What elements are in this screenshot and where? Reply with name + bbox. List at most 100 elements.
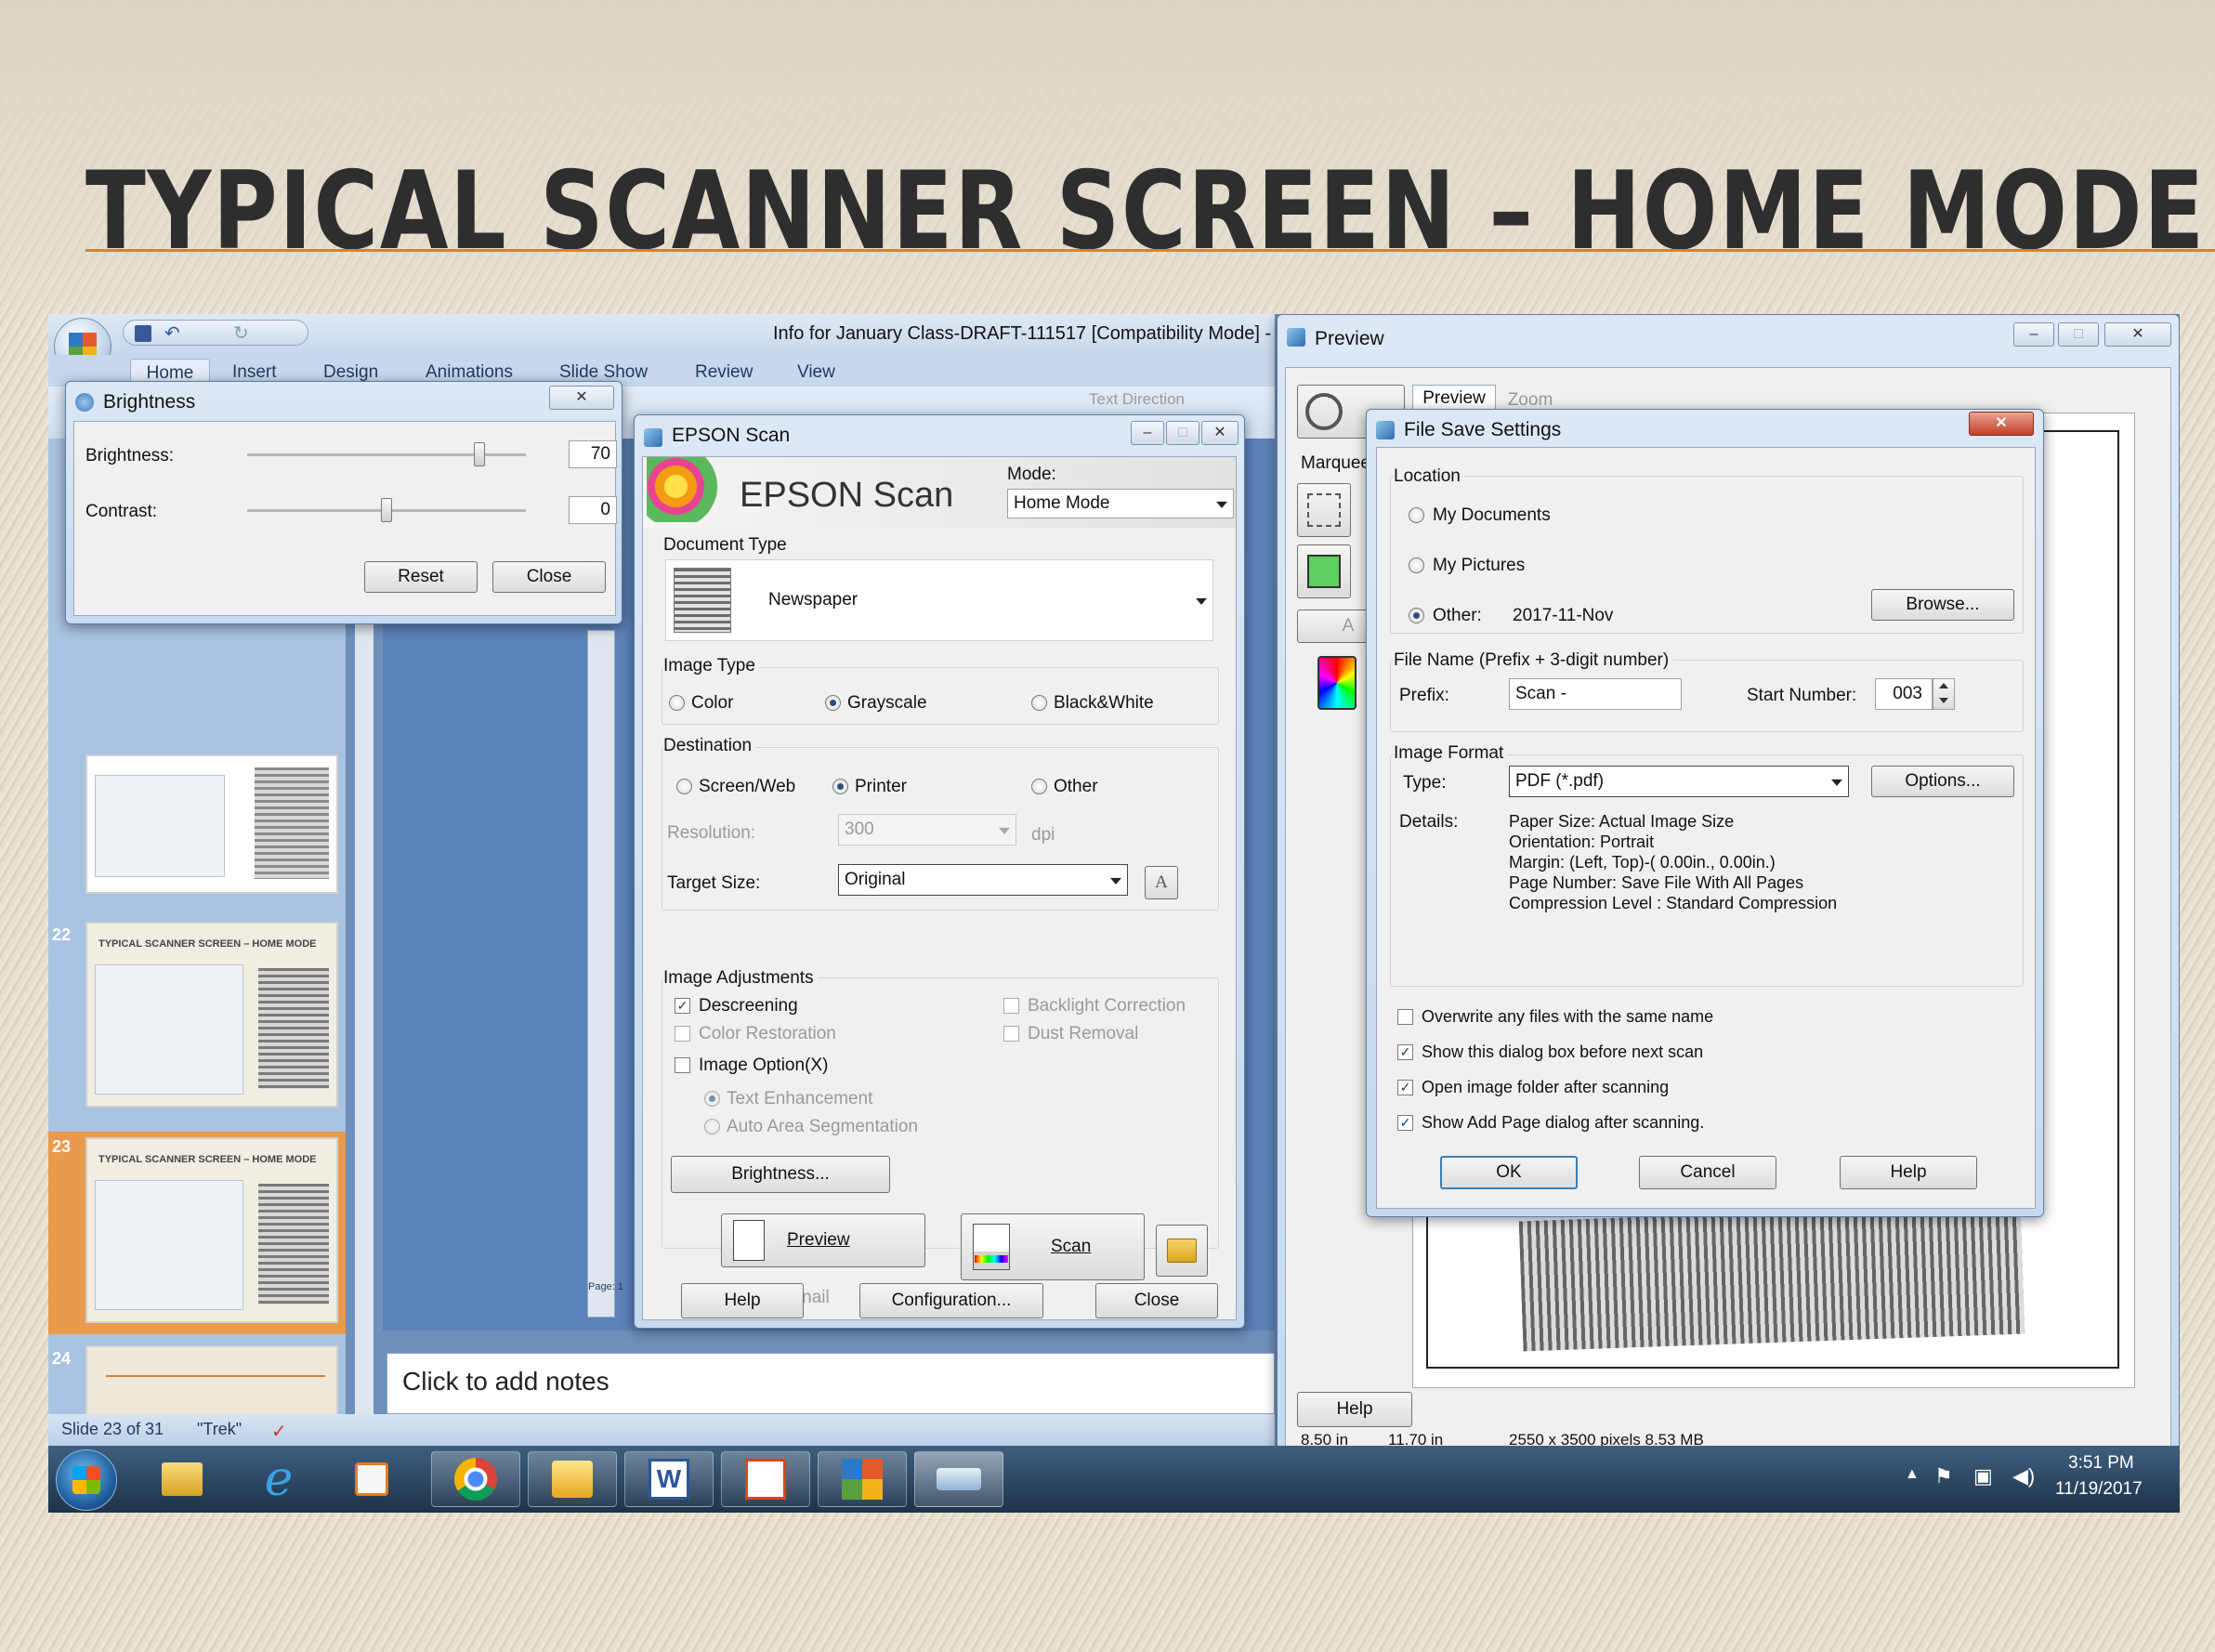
color-palette-icon[interactable] [1317,656,1357,710]
redo-icon[interactable]: ↻ [233,321,249,345]
tab-design[interactable]: Design [323,362,378,383]
spell-check-icon[interactable]: ✓ [271,1420,287,1443]
clock-date[interactable]: 11/19/2017 [2055,1479,2143,1500]
file-save-settings-button[interactable] [1156,1225,1208,1277]
marquee-select-button[interactable] [1297,483,1351,537]
magnifier-icon [1305,393,1343,430]
descreening-checkbox[interactable]: ✓ [675,998,690,1014]
tab-review[interactable]: Review [695,362,753,383]
taskbar-epson-scan[interactable] [914,1451,1003,1507]
tab-animations[interactable]: Animations [426,362,513,383]
brightness-settings-button[interactable]: Brightness... [671,1156,890,1193]
mode-select[interactable]: Home Mode [1007,489,1234,518]
ok-button[interactable]: OK [1440,1156,1578,1189]
scan-button[interactable]: Scan [961,1213,1145,1280]
brightness-slider-thumb[interactable] [474,442,485,466]
dust-removal-label: Dust Removal [1028,1024,1139,1043]
slide-thumbnail-21[interactable] [85,754,338,894]
start-number-stepper[interactable] [1933,678,1955,710]
contrast-slider-thumb[interactable] [381,498,392,522]
brightness-dialog-close-button[interactable]: Close [492,561,606,593]
undo-icon[interactable]: ↶ [164,321,180,345]
preview-help-button[interactable]: Help [1297,1392,1412,1427]
configuration-button[interactable]: Configuration... [859,1283,1043,1318]
browse-button[interactable]: Browse... [1871,589,2014,621]
action-center-flag-icon[interactable]: ⚑ [1934,1464,1953,1488]
start-number-input[interactable]: 003 [1875,678,1933,710]
text-enhancement-radio[interactable] [704,1091,720,1107]
taskbar-media-player[interactable] [327,1451,416,1507]
flower-logo-icon [647,457,730,522]
screen-web-radio[interactable] [676,779,692,794]
epson-maximize-button[interactable]: □ [1166,421,1199,445]
tab-insert[interactable]: Insert [232,362,277,383]
type-select[interactable]: PDF (*.pdf) [1509,766,1849,797]
taskbar-explorer[interactable] [138,1451,227,1507]
epson-close-dialog-button[interactable]: Close [1095,1283,1218,1318]
clock-time[interactable]: 3:51 PM [2068,1453,2134,1474]
printer-radio[interactable] [832,779,848,794]
preview-maximize-button[interactable]: □ [2058,322,2099,347]
black-white-radio[interactable] [1031,695,1047,711]
grayscale-radio[interactable] [825,695,841,711]
color-restoration-label: Color Restoration [699,1024,836,1043]
taskbar-powerpoint[interactable] [818,1451,907,1507]
options-button[interactable]: Options... [1871,766,2014,797]
prefix-input[interactable]: Scan - [1509,678,1682,710]
show-dialog-checkbox[interactable]: ✓ [1397,1044,1413,1060]
color-restoration-checkbox[interactable] [675,1026,690,1042]
slide-thumbnail-22[interactable]: TYPICAL SCANNER SCREEN – HOME MODE [85,922,338,1108]
my-pictures-radio[interactable] [1409,557,1424,573]
chevron-down-icon [1216,501,1227,508]
preview-close-button[interactable]: ✕ [2104,322,2171,347]
save-icon[interactable] [135,325,151,342]
preview-minimize-button[interactable]: – [2013,322,2054,347]
tray-expand-icon[interactable]: ▲ [1905,1466,1920,1483]
auto-locate-button[interactable] [1297,544,1351,598]
color-radio[interactable] [669,695,685,711]
epson-help-button[interactable]: Help [681,1283,804,1318]
tab-slide-show[interactable]: Slide Show [559,362,648,383]
taskbar-outlook-2[interactable] [721,1451,810,1507]
image-format-label: Image Format [1394,743,1508,764]
contrast-value-field[interactable]: 0 [569,496,617,524]
brightness-value-field[interactable]: 70 [569,440,617,468]
auto-area-segmentation-radio[interactable] [704,1119,720,1134]
target-size-select[interactable]: Original [838,864,1128,896]
file-save-close-button[interactable]: ✕ [1969,412,2034,436]
resolution-select[interactable]: 300 [838,814,1016,846]
show-add-page-checkbox[interactable]: ✓ [1397,1115,1413,1131]
notes-pane[interactable]: Click to add notes [387,1353,1275,1414]
overwrite-checkbox[interactable] [1397,1009,1413,1025]
image-option-checkbox[interactable] [675,1057,690,1073]
start-button[interactable] [56,1449,117,1511]
brightness-close-button[interactable]: ✕ [549,386,614,410]
other-destination-radio[interactable] [1031,779,1047,794]
taskbar-outlook[interactable] [528,1451,617,1507]
text-direction-label[interactable]: Text Direction [1089,390,1185,409]
other-location-radio[interactable] [1409,608,1424,623]
target-size-font-button[interactable]: A [1145,866,1178,899]
media-player-icon [355,1462,388,1496]
taskbar-chrome[interactable] [431,1451,520,1507]
status-slide-count: Slide 23 of 31 [61,1420,164,1438]
document-type-select[interactable]: Newspaper [665,559,1213,641]
open-folder-checkbox[interactable]: ✓ [1397,1080,1413,1095]
volume-icon[interactable]: ◀) [2012,1464,2035,1488]
taskbar-internet-explorer[interactable]: e [234,1451,323,1507]
quick-access-toolbar: ↶ ↻ [123,320,308,346]
epson-close-button[interactable]: ✕ [1201,421,1239,445]
taskbar-word[interactable]: W [624,1451,714,1507]
backlight-correction-checkbox[interactable] [1003,998,1019,1014]
tab-view[interactable]: View [797,362,835,383]
preview-button-label: Preview [787,1230,850,1250]
reset-button[interactable]: Reset [364,561,478,593]
preview-button[interactable]: Preview [721,1213,925,1267]
my-documents-radio[interactable] [1409,507,1424,523]
file-save-help-button[interactable]: Help [1840,1156,1977,1189]
cancel-button[interactable]: Cancel [1639,1156,1776,1189]
dust-removal-checkbox[interactable] [1003,1026,1019,1042]
epson-minimize-button[interactable]: – [1131,421,1164,445]
slide-thumbnail-23[interactable]: TYPICAL SCANNER SCREEN – HOME MODE [85,1137,338,1323]
network-icon[interactable]: ▣ [1973,1464,1993,1488]
